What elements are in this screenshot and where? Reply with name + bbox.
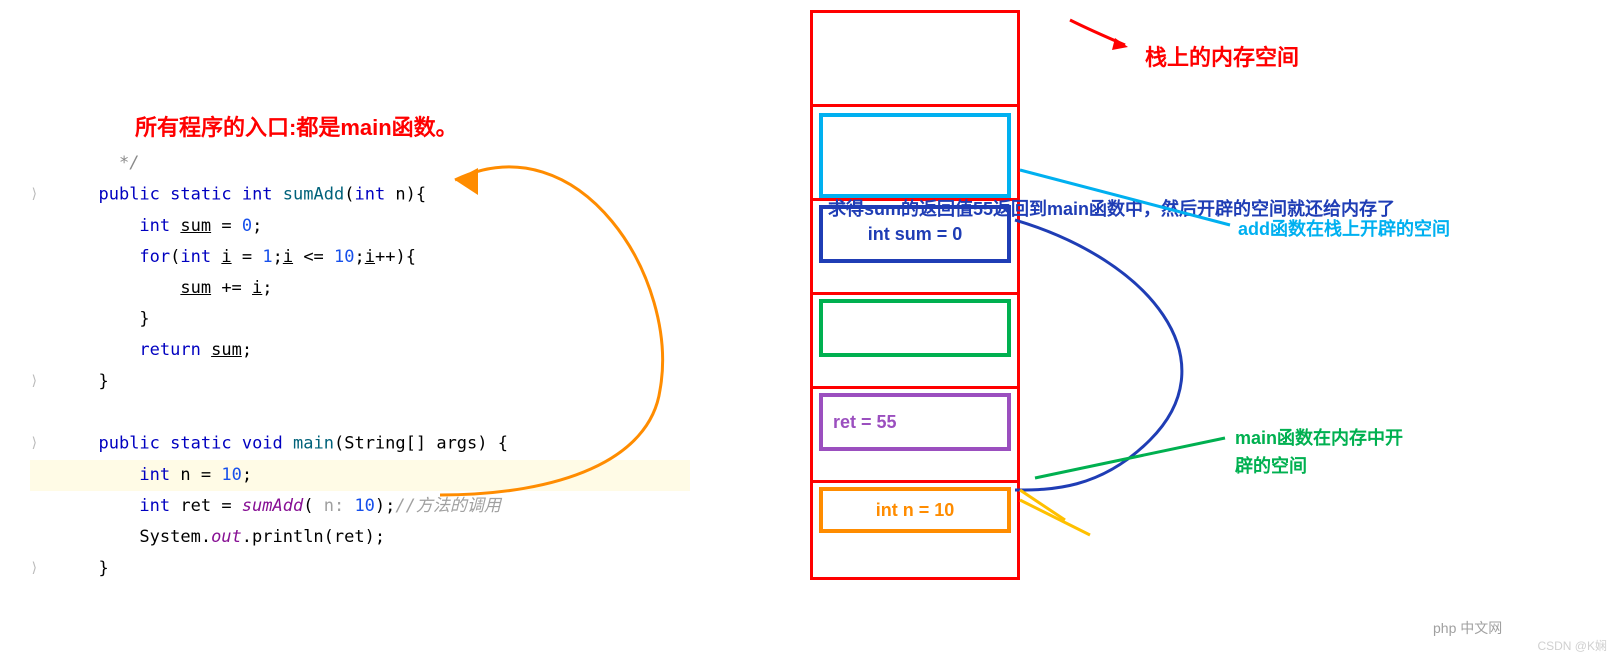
n-box: int n = 10 [819, 487, 1011, 533]
add-frame-box [819, 113, 1011, 198]
inline-comment: //方法的调用 [395, 496, 500, 516]
comment-close: */ [119, 153, 139, 173]
code-block: */ ⟩ public static int sumAdd(int n){ in… [30, 148, 690, 584]
main-annotation: main函数在内存中开 辟的空间 [1235, 424, 1403, 480]
stack-label: 栈上的内存空间 [1145, 40, 1299, 72]
ret-box: ret = 55 [819, 393, 1011, 451]
stack-cell-0 [813, 13, 1017, 107]
watermark-php: php 中文网 [1433, 618, 1502, 638]
title-note: 所有程序的入口:都是main函数。 [135, 110, 458, 142]
stack-diagram: int sum = 0 ret = 55 int n = 10 [810, 10, 1020, 580]
watermark-csdn: CSDN @K娴 [1537, 637, 1607, 654]
stack-cell-1 [813, 107, 1017, 201]
add-annotation: add函数在栈上开辟的空间 [1238, 215, 1450, 241]
green-box [819, 299, 1011, 357]
stack-cell-3 [813, 295, 1017, 389]
stack-cell-4: ret = 55 [813, 389, 1017, 483]
stack-cell-5: int n = 10 [813, 483, 1017, 577]
